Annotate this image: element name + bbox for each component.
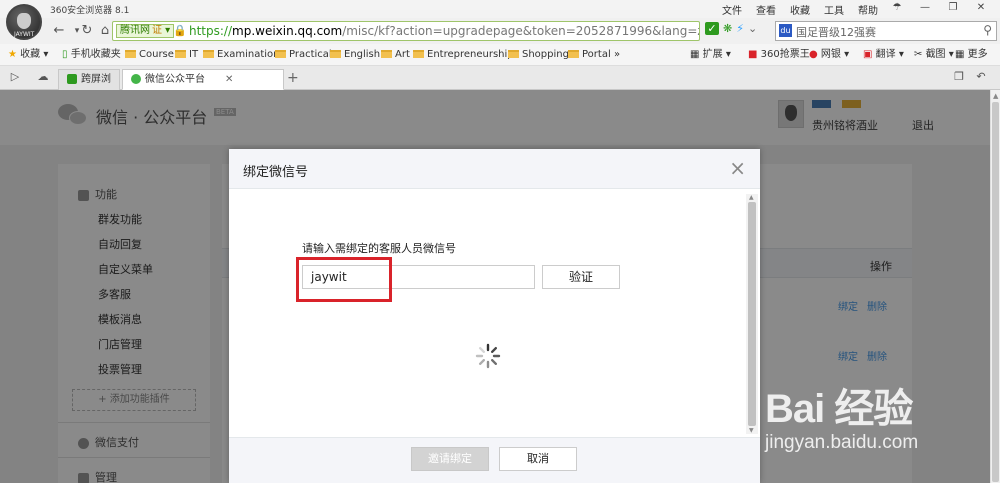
close-tab-icon[interactable]: ✕ <box>225 74 233 85</box>
bookmark-folder[interactable]: English <box>330 48 380 62</box>
dialog-body: 请输入需绑定的客服人员微信号 jaywit 验证 ▲ ▼ <box>229 189 760 437</box>
phone-icon: ▯ <box>62 49 68 60</box>
bookmark-mobile-favorites[interactable]: ▯ 手机收藏夹 <box>62 48 121 62</box>
system-menu: 文件 查看 收藏 工具 帮助 <box>722 2 878 17</box>
dialog-header: 绑定微信号 × <box>229 149 760 189</box>
search-box[interactable]: du 国足晋级12强赛 ⚲ <box>775 21 997 41</box>
chevron-down-icon[interactable]: ⌄ <box>748 22 757 35</box>
back-arrow-icon[interactable]: ← <box>50 22 68 40</box>
toolbar-screenshot[interactable]: ✂ 截图 ▾ <box>914 48 954 62</box>
refresh-icon[interactable]: ↻ <box>78 22 96 40</box>
menu-view[interactable]: 查看 <box>756 2 776 17</box>
star-icon: ★ <box>8 49 17 60</box>
toolbar-extensions[interactable]: ▦ 扩展 ▾ <box>690 48 731 62</box>
bookmark-folder[interactable]: Art <box>381 48 410 62</box>
watermark-url: jingyan.baidu.com <box>765 432 919 453</box>
phone-icon <box>67 74 77 84</box>
bookmarks-bar: ★ 收藏 ▾ ▯ 手机收藏夹 Course IT Examination Pra… <box>0 44 1000 66</box>
folder-icon <box>568 50 579 58</box>
search-engine-icon[interactable]: du <box>779 24 792 37</box>
settings-gear-icon[interactable]: ❋ <box>723 22 732 35</box>
folder-icon <box>275 50 286 58</box>
skin-icon[interactable]: ☂ <box>884 1 910 15</box>
lightning-icon[interactable]: ⚡ <box>736 22 744 35</box>
bookmark-folder[interactable]: Practical <box>275 48 332 62</box>
folder-icon <box>203 50 214 58</box>
scroll-down-icon[interactable]: ▼ <box>749 427 754 434</box>
bookmark-folder[interactable]: Shopping <box>508 48 569 62</box>
cancel-button[interactable]: 取消 <box>499 447 577 471</box>
sidebar-toggle-icon[interactable]: ▷ <box>6 68 24 86</box>
tab-list-icon[interactable]: ❐ <box>950 68 968 86</box>
tab-cross-screen[interactable]: 跨屏浏览 <box>58 69 120 104</box>
loading-spinner-icon <box>475 343 501 369</box>
scroll-up-icon[interactable]: ▲ <box>993 92 998 100</box>
annotation-highlight-box <box>296 257 392 302</box>
watermark-logo: Bai 经验 <box>765 387 913 431</box>
address-icons: ✓ ❋ ⚡ ⌄ <box>705 22 757 35</box>
lock-icon: 🔒 <box>173 24 187 37</box>
search-icon[interactable]: ⚲ <box>983 23 992 37</box>
scroll-up-icon[interactable]: ▲ <box>749 194 754 201</box>
toolbar-more[interactable]: ▦ 更多 <box>955 48 988 62</box>
bookmarks-overflow[interactable]: » <box>614 48 620 62</box>
window-controls: ☂ — ❐ ✕ <box>884 1 994 15</box>
ssl-cert-badge[interactable]: 腾讯网证 ▾ <box>116 24 175 38</box>
undo-close-icon[interactable]: ↶ <box>972 68 990 86</box>
bookmark-favorites[interactable]: ★ 收藏 ▾ <box>8 48 48 62</box>
dialog-footer: 邀请绑定 取消 <box>229 437 760 483</box>
menu-file[interactable]: 文件 <box>722 2 742 17</box>
menu-favorites[interactable]: 收藏 <box>790 2 810 17</box>
minimize-icon[interactable]: — <box>912 1 938 15</box>
url-text[interactable]: https://mp.weixin.qq.com/misc/kf?action=… <box>189 24 699 38</box>
invite-bind-button[interactable]: 邀请绑定 <box>411 447 489 471</box>
cloud-icon[interactable]: ☁ <box>34 68 52 86</box>
folder-icon <box>125 50 136 58</box>
folder-icon <box>413 50 424 58</box>
tab-bar: ▷ ☁ 跨屏浏览 微信公众平台✕ + ❐ ↶ <box>0 66 1000 104</box>
shield-icon[interactable]: ✓ <box>705 22 719 35</box>
tab-wechat-platform[interactable]: 微信公众平台 ✕ <box>122 69 284 90</box>
toolbar-ticket[interactable]: ■ 360抢票王 <box>748 48 810 62</box>
close-icon[interactable]: × <box>729 157 746 179</box>
close-window-icon[interactable]: ✕ <box>968 1 994 15</box>
bookmark-folder[interactable]: IT <box>175 48 198 62</box>
menu-help[interactable]: 帮助 <box>858 2 878 17</box>
dialog-scrollbar[interactable]: ▲ ▼ <box>746 194 758 434</box>
app-title: 360安全浏览器 8.1 <box>50 6 130 16</box>
new-tab-icon[interactable]: + <box>287 70 299 86</box>
bookmark-folder[interactable]: Examination <box>203 48 280 62</box>
dialog-title: 绑定微信号 <box>243 165 309 180</box>
address-bar[interactable]: 腾讯网证 ▾ 🔒 https://mp.weixin.qq.com/misc/k… <box>112 21 700 41</box>
verify-button[interactable]: 验证 <box>542 265 620 289</box>
bind-wechat-dialog: 绑定微信号 × 请输入需绑定的客服人员微信号 jaywit 验证 ▲ ▼ 邀请绑… <box>229 149 760 483</box>
title-bar: 360安全浏览器 8.1 文件 查看 收藏 工具 帮助 ☂ — ❐ ✕ <box>0 0 1000 18</box>
wechat-icon <box>131 74 141 84</box>
folder-icon <box>508 50 519 58</box>
bookmark-folder[interactable]: Portal <box>568 48 611 62</box>
search-query[interactable]: 国足晋级12强赛 <box>796 24 876 40</box>
menu-tools[interactable]: 工具 <box>824 2 844 17</box>
folder-icon <box>330 50 341 58</box>
bookmark-folder[interactable]: Course <box>125 48 174 62</box>
folder-icon <box>175 50 186 58</box>
browser-logo-icon[interactable]: JAYWIT <box>6 4 42 40</box>
navigation-bar: ← ▾ ↻ ⌂ 腾讯网证 ▾ 🔒 https://mp.weixin.qq.co… <box>0 18 1000 44</box>
bookmark-folder[interactable]: Entrepreneurship <box>413 48 514 62</box>
toolbar-bank[interactable]: ● 网银 ▾ <box>809 48 849 62</box>
dialog-scroll-thumb[interactable] <box>748 202 756 426</box>
toolbar-translate[interactable]: ▣ 翻译 ▾ <box>863 48 904 62</box>
restore-icon[interactable]: ❐ <box>940 1 966 15</box>
folder-icon <box>381 50 392 58</box>
wechat-id-prompt: 请输入需绑定的客服人员微信号 <box>302 242 456 255</box>
baidu-jingyan-watermark: Bai 经验 jingyan.baidu.com <box>765 376 995 476</box>
